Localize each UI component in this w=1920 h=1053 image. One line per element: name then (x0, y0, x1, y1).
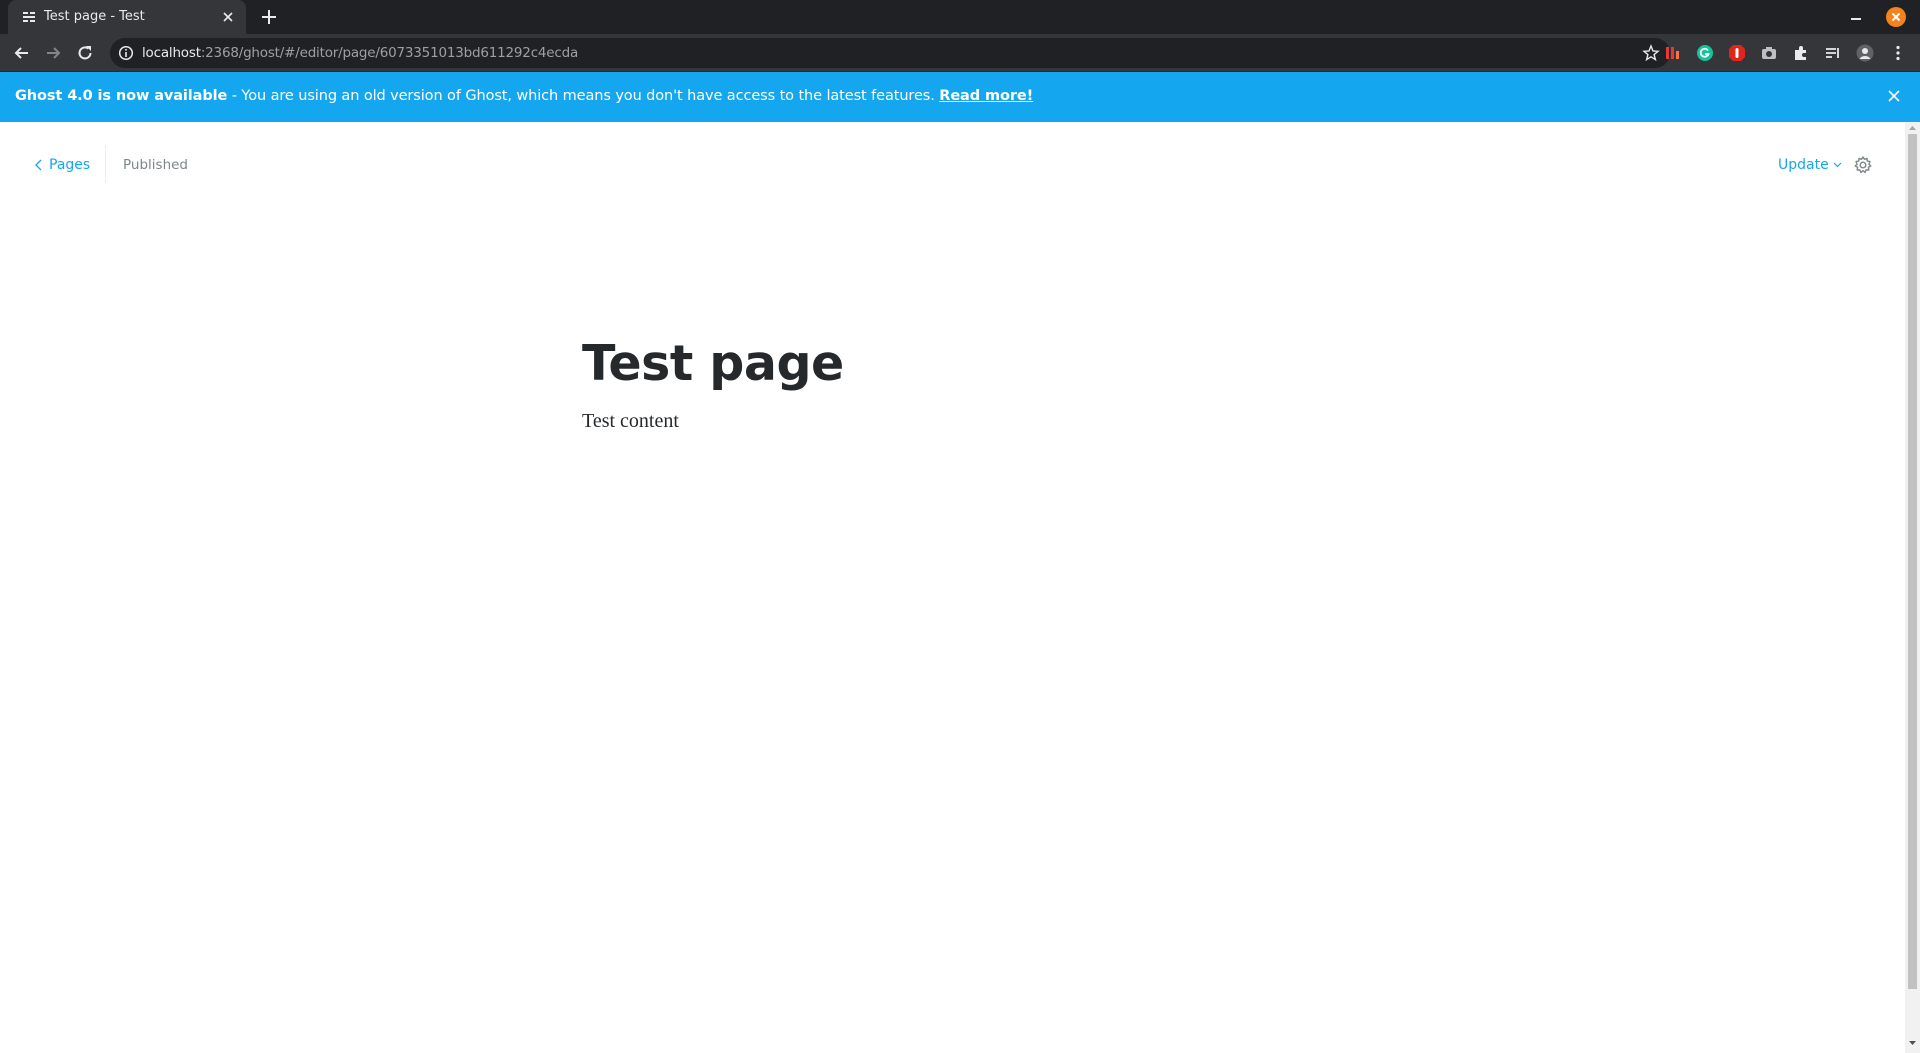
minimize-window-icon[interactable] (1848, 9, 1864, 25)
profile-avatar-icon[interactable] (1856, 44, 1874, 62)
back-to-pages-link[interactable]: Pages (34, 156, 90, 174)
update-label: Update (1778, 157, 1829, 173)
forward-arrow-icon[interactable] (43, 43, 63, 63)
banner-message: Ghost 4.0 is now available - You are usi… (15, 88, 1033, 104)
post-status: Published (123, 157, 188, 173)
update-button[interactable]: Update (1778, 157, 1842, 173)
chevron-left-icon (35, 159, 42, 171)
red-extension-icon[interactable] (1664, 44, 1682, 62)
page-content[interactable]: Test content (582, 408, 679, 434)
new-tab-icon[interactable] (260, 8, 278, 26)
address-bar[interactable]: localhost:2368/ghost/#/editor/page/60733… (110, 38, 1670, 68)
url-text: localhost:2368/ghost/#/editor/page/60733… (142, 45, 578, 61)
extensions-puzzle-icon[interactable] (1792, 44, 1810, 62)
adblock-hand-icon[interactable] (1728, 44, 1746, 62)
browser-tab-bar: Test page - Test (0, 0, 1920, 34)
gear-icon[interactable] (1853, 155, 1873, 175)
editor-header: Pages Published Update (0, 122, 1904, 208)
ghost-favicon-icon (23, 12, 35, 22)
header-divider (105, 145, 106, 183)
scroll-down-arrow-icon[interactable] (1908, 1039, 1917, 1047)
close-window-button[interactable] (1886, 7, 1906, 27)
banner-read-more-link[interactable]: Read more! (939, 88, 1033, 104)
page-title[interactable]: Test page (582, 334, 844, 394)
tab-title: Test page - Test (44, 9, 145, 24)
url-host: localhost (142, 45, 201, 61)
camera-icon[interactable] (1760, 44, 1778, 62)
close-window-icon (1891, 12, 1901, 22)
chevron-down-icon (1833, 162, 1842, 168)
close-icon[interactable] (1886, 88, 1902, 104)
browser-menu-icon[interactable] (1889, 44, 1907, 62)
site-info-icon[interactable] (118, 45, 134, 61)
reading-list-icon[interactable] (1824, 44, 1842, 62)
url-path: :2368/ghost/#/editor/page/6073351013bd61… (200, 45, 579, 61)
close-tab-icon[interactable] (220, 9, 236, 25)
browser-toolbar: localhost:2368/ghost/#/editor/page/60733… (0, 34, 1920, 72)
browser-tab[interactable]: Test page - Test (8, 0, 246, 34)
back-arrow-icon[interactable] (12, 43, 32, 63)
bookmark-star-icon[interactable] (1642, 44, 1660, 62)
update-banner: Ghost 4.0 is now available - You are usi… (0, 72, 1920, 122)
scrollbar-thumb[interactable] (1908, 134, 1917, 989)
scroll-up-arrow-icon[interactable] (1908, 124, 1917, 132)
banner-bold-text: Ghost 4.0 is now available (15, 88, 228, 104)
back-link-label: Pages (49, 157, 91, 173)
grammarly-icon[interactable] (1696, 44, 1714, 62)
banner-text: - You are using an old version of Ghost,… (227, 88, 940, 104)
reload-icon[interactable] (75, 43, 95, 63)
